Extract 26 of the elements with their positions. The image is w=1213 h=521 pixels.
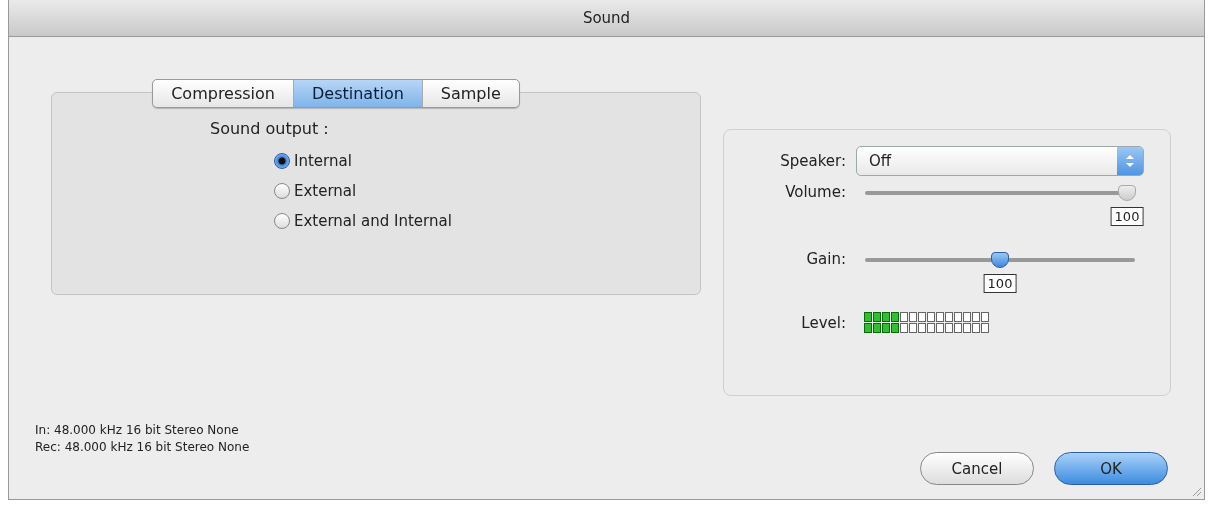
slider[interactable]	[864, 184, 1136, 202]
status-text: Rec: 48.000 kHz 16 bit Stereo None	[35, 439, 250, 456]
radio-button[interactable]	[274, 183, 290, 199]
value-readout: 100	[983, 274, 1017, 293]
value-readout: 100	[1110, 207, 1144, 226]
slider[interactable]	[864, 251, 1136, 269]
resize-grip-icon[interactable]	[1190, 485, 1202, 497]
radio-button[interactable]	[274, 213, 290, 229]
ok-button[interactable]: OK	[1054, 452, 1168, 485]
radio-label: Internal	[294, 152, 352, 170]
slider-label: Volume:	[784, 182, 847, 201]
speaker-label: Speaker:	[779, 152, 847, 170]
tab[interactable]: Destination	[294, 80, 423, 107]
slider-thumb[interactable]	[991, 252, 1009, 268]
window-title: Sound	[582, 9, 631, 27]
cancel-button[interactable]: Cancel	[920, 452, 1034, 485]
stepper-icon	[1117, 147, 1143, 175]
level-label: Level:	[800, 313, 847, 332]
sound-output-label: Sound output :	[210, 119, 330, 138]
radio-button[interactable]	[274, 153, 290, 169]
speaker-popup[interactable]: Off	[856, 146, 1144, 176]
tab[interactable]: Sample	[422, 80, 519, 107]
radio-label: External and Internal	[294, 212, 452, 230]
slider-label: Gain:	[805, 249, 847, 268]
radio-label: External	[294, 182, 357, 200]
status-text: In: 48.000 kHz 16 bit Stereo None	[35, 422, 240, 439]
